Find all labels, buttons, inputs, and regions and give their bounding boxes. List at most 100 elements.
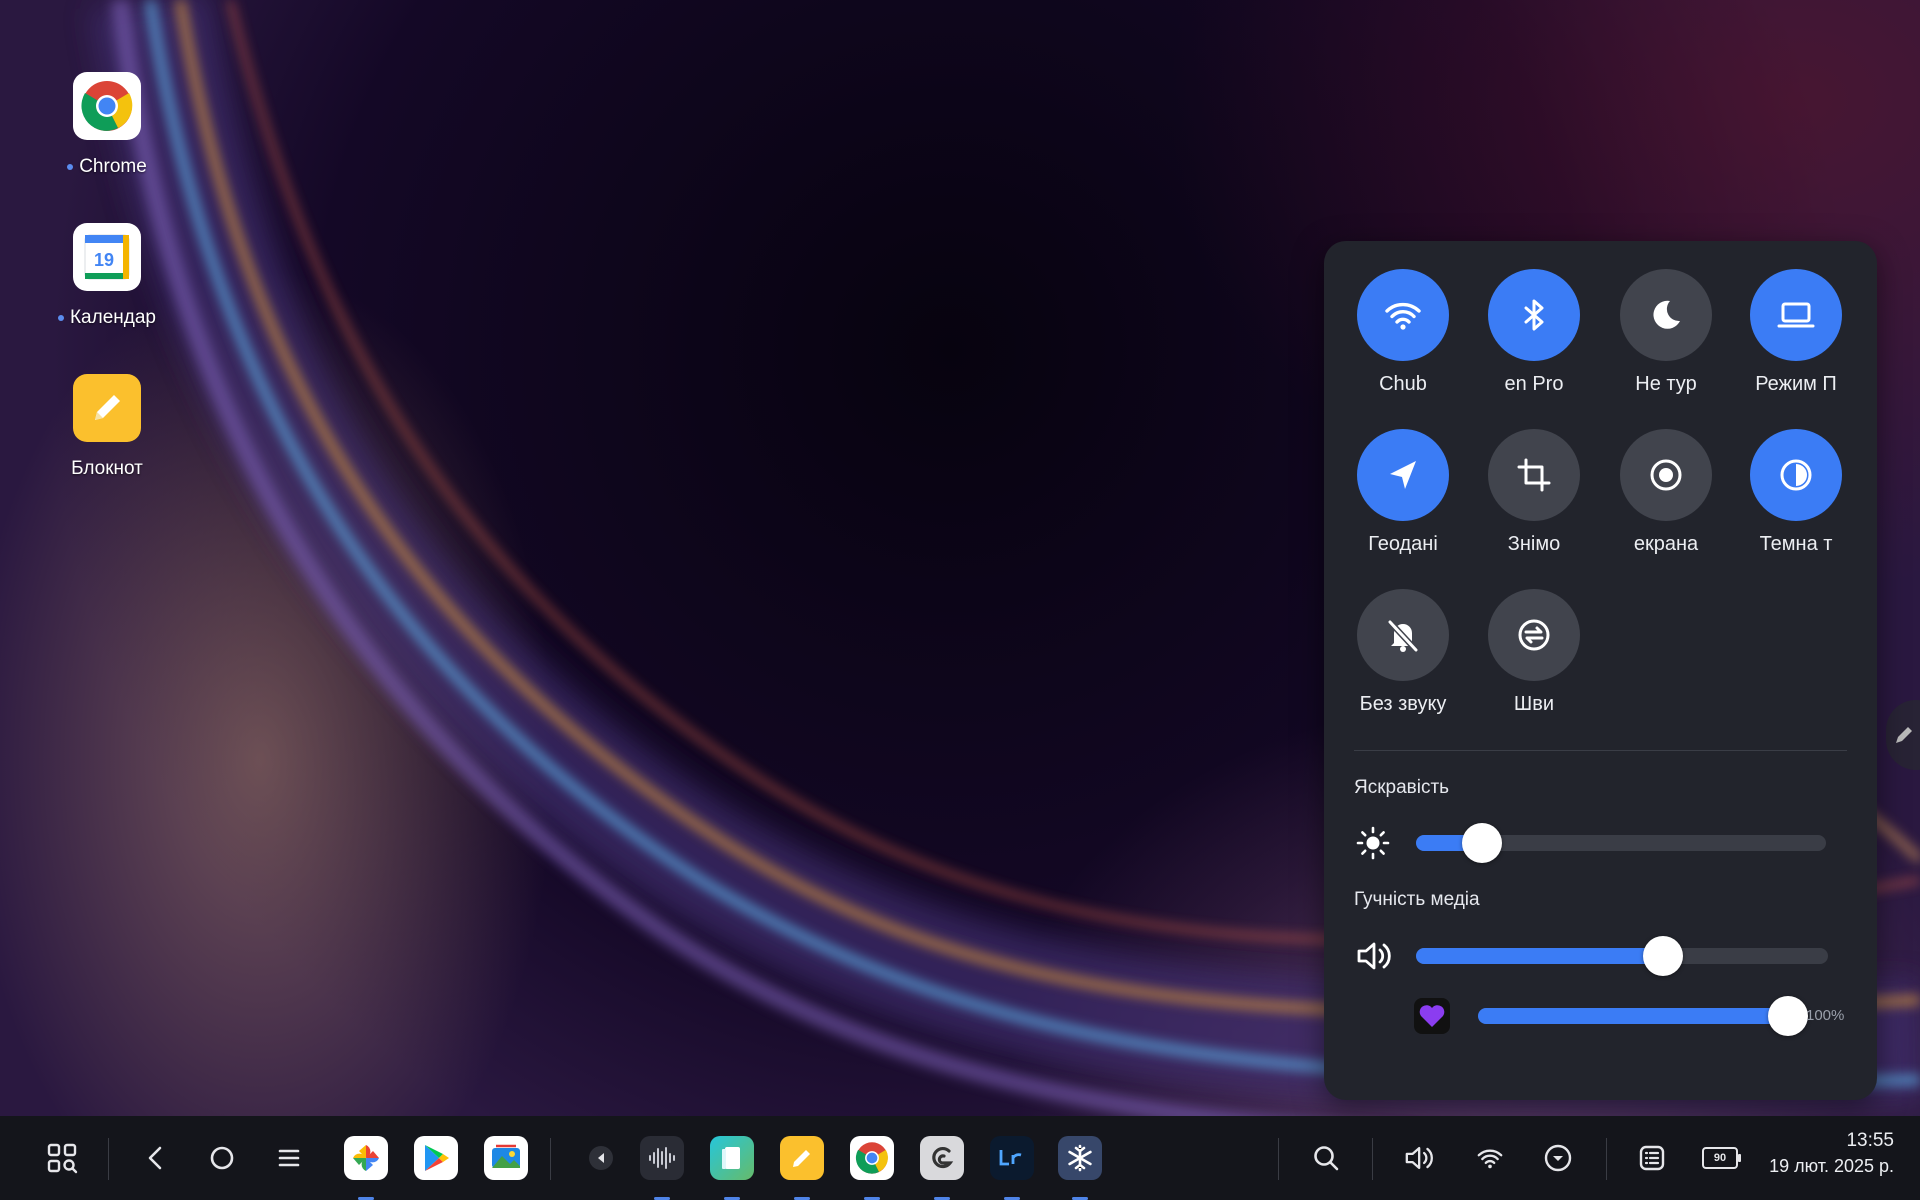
tray-wifi[interactable] — [1470, 1116, 1510, 1200]
pen-icon — [1896, 727, 1912, 743]
app-drawer-button[interactable] — [38, 1116, 86, 1200]
clock-date: 19 лют. 2025 р. — [1769, 1156, 1894, 1176]
taskbar-app-gallery[interactable] — [484, 1116, 528, 1200]
tile-dark-theme-toggle[interactable] — [1750, 429, 1842, 521]
pencil-icon — [780, 1136, 824, 1180]
brightness-label: Яскравість — [1354, 777, 1450, 798]
app-volume-knob[interactable] — [1768, 996, 1808, 1036]
desktop-icon-label: Блокнот — [71, 458, 143, 479]
desktop-icon-label: Календар — [69, 307, 156, 328]
taskbar-app-photos[interactable] — [344, 1116, 388, 1200]
search-icon — [1314, 1146, 1339, 1171]
home-circle-icon — [210, 1146, 234, 1170]
tile-dark-theme[interactable]: Темна т — [1731, 429, 1861, 556]
desktop-icon-chrome[interactable]: Chrome — [37, 72, 177, 178]
swirl-icon — [920, 1136, 964, 1180]
tile-quick-share-toggle[interactable] — [1488, 589, 1580, 681]
taskbar-app-snowflake[interactable] — [1058, 1116, 1102, 1200]
media-volume-fill — [1416, 948, 1664, 964]
moon-icon — [1653, 300, 1680, 329]
taskbar: 90 13:55 19 лют. 2025 р. — [0, 1116, 1920, 1200]
tile-screenshot-toggle[interactable] — [1488, 429, 1580, 521]
recents-button[interactable] — [269, 1116, 309, 1200]
taskbar-app-chrome[interactable] — [850, 1116, 894, 1200]
back-icon — [148, 1146, 162, 1170]
gallery-icon — [484, 1136, 528, 1180]
tile-silent[interactable]: Без звуку — [1338, 589, 1468, 716]
tile-wifi-toggle[interactable] — [1357, 269, 1449, 361]
battery-percent: 90 — [1713, 1152, 1727, 1164]
tile-quick-share[interactable]: Шви — [1469, 589, 1599, 716]
taskbar-separator — [550, 1138, 551, 1180]
battery-icon: 90 — [1702, 1147, 1741, 1169]
chrome-icon — [73, 72, 141, 140]
wifi-icon — [1477, 1149, 1503, 1169]
pencil-icon — [73, 374, 141, 442]
tray-notifications[interactable] — [1632, 1116, 1672, 1200]
taskbar-app-lightroom[interactable] — [990, 1116, 1034, 1200]
taskbar-app-clip-studio[interactable] — [920, 1116, 964, 1200]
taskbar-scroll-left[interactable] — [586, 1116, 616, 1200]
desktop-icon-calendar[interactable]: 19 Календар — [37, 223, 177, 329]
back-button[interactable] — [136, 1116, 176, 1200]
chevron-down-circle-icon — [1544, 1144, 1572, 1172]
tile-label: Не тур — [1635, 373, 1697, 395]
tile-label: Геодані — [1368, 533, 1438, 555]
desktop-icon-notepad[interactable]: Блокнот — [37, 374, 177, 480]
taskbar-app-play-store[interactable] — [414, 1116, 458, 1200]
taskbar-app-voice-recorder[interactable] — [640, 1116, 684, 1200]
tile-silent-toggle[interactable] — [1357, 589, 1449, 681]
tile-do-not-disturb[interactable]: Не тур — [1601, 269, 1731, 396]
running-indicator — [67, 163, 74, 170]
app-volume-slider[interactable] — [1478, 996, 1808, 1036]
tile-dnd-toggle[interactable] — [1620, 269, 1712, 361]
grid-search-icon — [47, 1143, 78, 1174]
clock[interactable]: 13:55 19 лют. 2025 р. — [1769, 1130, 1894, 1177]
book-icon — [710, 1136, 754, 1180]
tile-location-toggle[interactable] — [1357, 429, 1449, 521]
tile-label: екрана — [1633, 533, 1699, 555]
tile-wifi[interactable]: Chub — [1338, 269, 1468, 396]
tile-bluetooth-toggle[interactable] — [1488, 269, 1580, 361]
tray-quick-settings[interactable] — [1538, 1116, 1578, 1200]
crop-icon — [1517, 458, 1551, 492]
tile-label: Шви — [1513, 693, 1555, 715]
tray-battery[interactable]: 90 — [1700, 1116, 1741, 1200]
play-store-icon — [414, 1136, 458, 1180]
taskbar-separator — [108, 1138, 109, 1180]
bluetooth-icon — [1524, 299, 1544, 331]
speaker-icon — [1405, 1146, 1433, 1170]
tile-label: Знімо — [1507, 533, 1561, 555]
sync-icon — [1518, 619, 1550, 651]
calendar-day: 19 — [94, 250, 114, 270]
media-volume-slider[interactable] — [1416, 936, 1828, 976]
speaker-icon — [1357, 942, 1391, 970]
home-button[interactable] — [202, 1116, 242, 1200]
tile-screen-record[interactable]: екрана — [1601, 429, 1731, 556]
tile-location[interactable]: Геодані — [1338, 429, 1468, 556]
record-icon — [1650, 459, 1682, 491]
brightness-knob[interactable] — [1461, 823, 1502, 863]
notification-list-icon — [1639, 1145, 1665, 1171]
tile-label: Темна т — [1759, 533, 1833, 555]
app-volume-percent: 100% — [1806, 1007, 1845, 1024]
location-arrow-icon — [1390, 461, 1416, 489]
tile-screen-record-toggle[interactable] — [1620, 429, 1712, 521]
tile-screenshot[interactable]: Знімо — [1469, 429, 1599, 556]
search-button[interactable] — [1306, 1116, 1346, 1200]
tray-volume[interactable] — [1400, 1116, 1440, 1200]
media-volume-knob[interactable] — [1643, 936, 1684, 976]
tile-pc-mode-toggle[interactable] — [1750, 269, 1842, 361]
tile-pc-mode[interactable]: Режим П — [1731, 269, 1861, 396]
tile-bluetooth[interactable]: en Pro — [1469, 269, 1599, 396]
scroll-left-icon — [589, 1146, 613, 1170]
brightness-slider[interactable] — [1416, 823, 1826, 863]
calendar-icon: 19 — [73, 223, 141, 291]
taskbar-app-books[interactable] — [710, 1116, 754, 1200]
menu-lines-icon — [278, 1149, 300, 1167]
snowflake-icon — [1058, 1136, 1102, 1180]
taskbar-separator — [1372, 1138, 1373, 1180]
app-heart-icon — [1414, 998, 1450, 1034]
media-volume-label: Гучність медіа — [1354, 889, 1480, 910]
taskbar-app-notes[interactable] — [780, 1116, 824, 1200]
